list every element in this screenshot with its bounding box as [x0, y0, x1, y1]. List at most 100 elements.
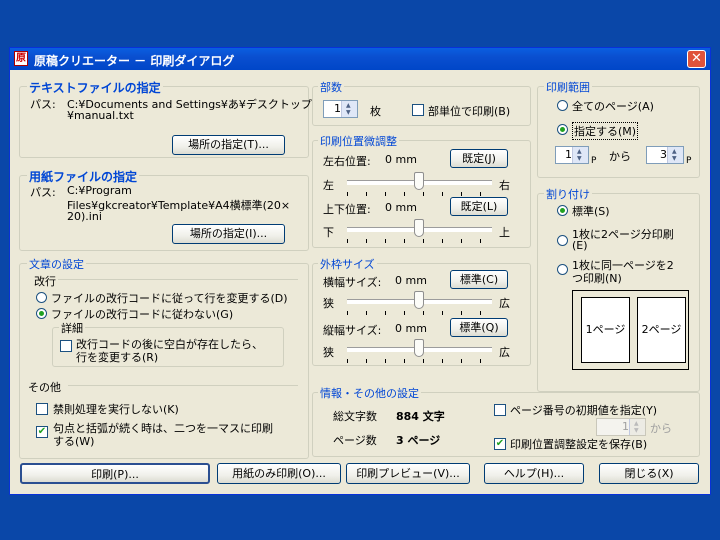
text-file-browse-button[interactable]: 場所の指定(T)...	[172, 135, 285, 155]
layout-same-radio[interactable]	[557, 264, 568, 275]
paper-file-legend: 用紙ファイルの指定	[27, 168, 140, 185]
newline-label: 改行	[34, 275, 56, 288]
start-page-kara: から	[650, 422, 672, 435]
range-to-spin-arrows[interactable]: ▲ ▼	[667, 147, 683, 163]
layout-legend: 割り付け	[544, 186, 592, 202]
newline-follow-label[interactable]: ファイルの改行コードに従って行を変更する(D)	[51, 290, 288, 306]
punct-label-line2[interactable]: する(W)	[53, 433, 94, 449]
range-to-p: P	[686, 156, 692, 166]
h-position-default-button[interactable]: 既定(J)	[450, 149, 508, 168]
app-icon: 原	[14, 51, 28, 66]
punct-checkbox[interactable]: ✔	[36, 426, 48, 438]
text-file-path-label: パス:	[30, 98, 56, 111]
detail-legend: 詳細	[59, 320, 85, 336]
layout-two-radio[interactable]	[557, 235, 568, 246]
frame-height-thumb[interactable]	[414, 339, 424, 357]
h-position-value: 0 mm	[385, 153, 417, 166]
frame-width-label: 横幅サイズ:	[323, 276, 382, 289]
v-position-thumb[interactable]	[414, 219, 424, 237]
text-settings-legend: 文章の設定	[27, 256, 86, 272]
help-button[interactable]: ヘルプ(H)...	[484, 463, 584, 484]
start-page-checkbox[interactable]	[494, 404, 506, 416]
kinsoku-checkbox[interactable]	[36, 403, 48, 415]
print-button[interactable]: 印刷(P)...	[20, 463, 210, 484]
start-page-label[interactable]: ページ番号の初期値を指定(Y)	[510, 402, 657, 418]
save-position-label[interactable]: 印刷位置調整設定を保存(B)	[510, 436, 647, 452]
total-chars-label: 総文字数	[333, 410, 377, 423]
v-position-default-button[interactable]: 既定(L)	[450, 197, 508, 216]
frame-height-wide-label: 広	[499, 346, 510, 359]
range-from-value: 1	[565, 148, 572, 161]
info-legend: 情報・その他の設定	[318, 385, 421, 401]
range-to-spinner[interactable]: 3 ▲ ▼	[646, 146, 684, 164]
range-to-value: 3	[660, 148, 667, 161]
newline-separator	[58, 279, 298, 280]
close-window-button[interactable]: ✕	[687, 50, 706, 68]
h-position-thumb[interactable]	[414, 172, 424, 190]
v-up-label: 上	[499, 226, 510, 239]
h-position-label: 左右位置:	[323, 155, 371, 168]
layout-preview-page2: 2ページ	[637, 297, 686, 363]
collate-checkbox[interactable]	[412, 104, 424, 116]
copies-unit: 枚	[370, 105, 381, 118]
paper-file-browse-button[interactable]: 場所の指定(I)...	[172, 224, 285, 244]
copies-spinner[interactable]: 1 ▲ ▼	[323, 100, 358, 118]
paper-file-path-line3: 20).ini	[67, 210, 102, 223]
collate-label[interactable]: 部単位で印刷(B)	[428, 103, 510, 119]
newline-follow-radio[interactable]	[36, 292, 47, 303]
kinsoku-label[interactable]: 禁則処理を実行しない(K)	[53, 401, 179, 417]
detail-checkbox[interactable]	[60, 340, 72, 352]
frame-width-value: 0 mm	[395, 274, 427, 287]
range-all-radio[interactable]	[557, 100, 568, 111]
frame-height-value: 0 mm	[395, 322, 427, 335]
other-label: その他	[28, 381, 61, 394]
close-icon: ✕	[691, 51, 702, 66]
page-count-value: 3 ページ	[396, 434, 441, 447]
frame-height-narrow-label: 狭	[323, 346, 334, 359]
frame-width-thumb[interactable]	[414, 291, 424, 309]
text-file-legend: テキストファイルの指定	[27, 79, 163, 96]
range-all-label[interactable]: 全てのページ(A)	[572, 98, 654, 114]
range-from-p: P	[591, 156, 597, 166]
range-from-spin-arrows[interactable]: ▲ ▼	[572, 147, 588, 163]
frame-height-label: 縦幅サイズ:	[323, 324, 382, 337]
copies-value: 1	[334, 102, 341, 115]
range-kara: から	[609, 150, 631, 163]
layout-standard-label[interactable]: 標準(S)	[572, 203, 610, 219]
copies-legend: 部数	[318, 79, 344, 95]
frame-height-standard-button[interactable]: 標準(Q)	[450, 318, 508, 337]
start-page-value: 1	[622, 420, 629, 433]
range-specify-label[interactable]: 指定する(M)	[572, 122, 639, 140]
layout-standard-radio[interactable]	[557, 205, 568, 216]
range-specify-radio[interactable]	[557, 124, 568, 135]
title-bar[interactable]: 原 原稿クリエーター － 印刷ダイアログ ✕	[10, 48, 710, 70]
text-file-path-line2: ¥manual.txt	[67, 109, 134, 122]
print-preview-button[interactable]: 印刷プレビュー(V)...	[346, 463, 470, 484]
start-page-spin-arrows[interactable]: ▲ ▼	[629, 419, 645, 435]
frame-width-standard-button[interactable]: 標準(C)	[450, 270, 508, 289]
frame-width-ticks	[347, 311, 495, 315]
h-right-label: 右	[499, 179, 510, 192]
copies-spin-arrows[interactable]: ▲ ▼	[341, 101, 357, 117]
page-count-label: ページ数	[333, 434, 377, 447]
window-title: 原稿クリエーター － 印刷ダイアログ	[34, 54, 235, 68]
save-position-checkbox[interactable]: ✔	[494, 438, 506, 450]
close-button[interactable]: 閉じる(X)	[599, 463, 699, 484]
v-down-label: 下	[323, 226, 334, 239]
h-position-ticks	[347, 192, 495, 196]
frame-width-narrow-label: 狭	[323, 297, 334, 310]
total-chars-value: 884 文字	[396, 410, 445, 423]
paper-file-path-line1: C:¥Program	[67, 184, 132, 197]
v-position-value: 0 mm	[385, 201, 417, 214]
frame-size-legend: 外枠サイズ	[318, 256, 377, 272]
newline-ignore-radio[interactable]	[36, 308, 47, 319]
layout-same-label-line2[interactable]: つ印刷(N)	[572, 270, 622, 286]
detail-label-line2[interactable]: 行を変更する(R)	[76, 349, 158, 365]
paper-only-print-button[interactable]: 用紙のみ印刷(O)...	[217, 463, 341, 484]
start-page-spinner[interactable]: 1 ▲ ▼	[596, 418, 646, 436]
layout-two-label-line2[interactable]: (E)	[572, 239, 588, 252]
position-legend: 印刷位置微調整	[318, 133, 399, 149]
range-from-spinner[interactable]: 1 ▲ ▼	[555, 146, 589, 164]
h-left-label: 左	[323, 179, 334, 192]
v-position-label: 上下位置:	[323, 203, 371, 216]
